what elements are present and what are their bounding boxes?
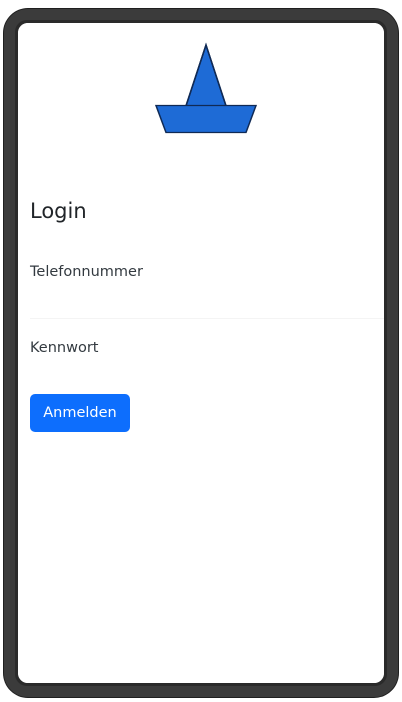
- page-title: Login: [30, 199, 87, 223]
- app-screen: Login Telefonnummer Kennwort Anmelden: [18, 23, 384, 683]
- phone-input[interactable]: [30, 289, 384, 319]
- phone-label: Telefonnummer: [30, 264, 143, 280]
- password-input[interactable]: [30, 365, 384, 395]
- sailboat-icon: [154, 42, 258, 134]
- password-label: Kennwort: [30, 340, 99, 356]
- login-button[interactable]: Anmelden: [30, 394, 130, 432]
- phone-frame: Login Telefonnummer Kennwort Anmelden: [4, 9, 398, 697]
